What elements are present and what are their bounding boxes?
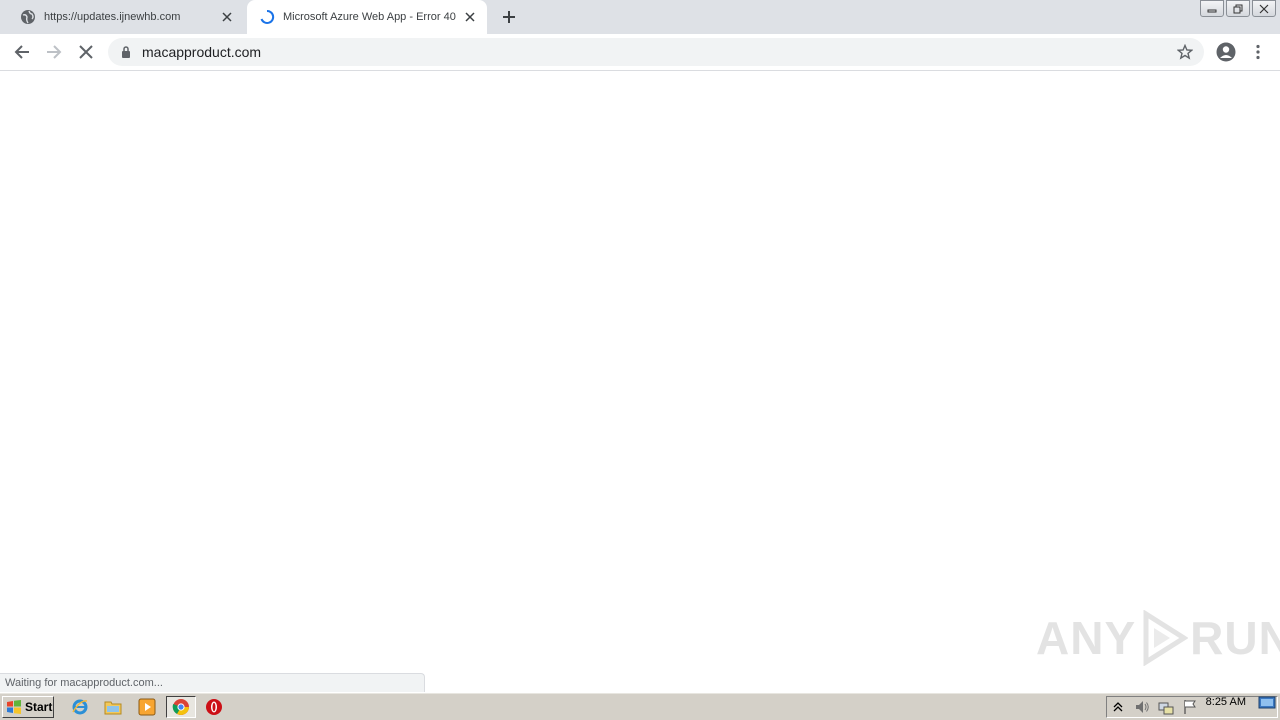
forward-arrow-icon [47,45,62,59]
network-icon[interactable] [1157,698,1175,716]
profile-button[interactable] [1214,40,1238,64]
show-desktop-icon[interactable] [1258,695,1276,711]
status-bubble: Waiting for macapproduct.com... [0,673,425,692]
globe-icon [20,9,36,25]
close-tab-icon[interactable] [219,9,235,25]
close-tab-icon[interactable] [462,9,478,25]
watermark-text-run: RUN [1190,612,1280,664]
file-explorer-icon[interactable] [101,696,125,718]
account-icon [1216,42,1236,62]
tab-strip: https://updates.ijnewhb.com Microsoft Az… [0,0,1280,34]
watermark-text-any: ANY [1036,612,1137,664]
close-window-button[interactable] [1252,0,1276,17]
chrome-taskbar-button[interactable] [166,696,196,718]
anyrun-watermark: ANY RUN [1036,608,1280,668]
page-content: ANY RUN Waiting for macapproduct.com... [0,72,1280,692]
action-center-flag-icon[interactable] [1181,698,1199,716]
stop-loading-button[interactable] [74,40,98,64]
media-player-icon[interactable] [135,696,159,718]
new-tab-button[interactable] [499,7,519,27]
more-vert-icon [1256,44,1260,60]
internet-explorer-icon[interactable] [68,696,92,718]
windows-logo-icon [7,700,21,714]
opera-icon[interactable] [202,696,226,718]
restore-button[interactable] [1226,0,1250,17]
tab-title: https://updates.ijnewhb.com [44,11,181,23]
bookmark-star-icon[interactable] [1176,43,1194,61]
tab-title: Microsoft Azure Web App - Error 404 [283,11,456,23]
lock-icon[interactable] [120,46,132,58]
loading-spinner-icon [259,9,275,25]
tab-updates[interactable]: https://updates.ijnewhb.com [8,0,244,34]
tab-azure-error[interactable]: Microsoft Azure Web App - Error 404 [247,0,487,34]
taskbar-clock[interactable]: 8:25 AM [1206,696,1246,708]
stop-icon [79,45,93,59]
minimize-button[interactable] [1200,0,1224,17]
system-tray [1106,696,1278,718]
volume-icon[interactable] [1133,698,1151,716]
address-url: macapproduct.com [142,44,262,60]
address-bar[interactable]: macapproduct.com [108,38,1204,66]
chrome-icon [172,699,189,715]
window-controls [1198,0,1276,17]
browser-toolbar: macapproduct.com [0,34,1280,71]
forward-button[interactable] [42,40,66,64]
play-logo-icon [1143,610,1189,666]
back-button[interactable] [10,40,34,64]
show-hidden-icons-chevron-icon[interactable] [1109,698,1127,716]
back-arrow-icon [14,45,29,59]
start-button[interactable]: Start [2,696,54,718]
menu-button[interactable] [1246,40,1270,64]
start-label: Start [25,700,53,714]
windows-taskbar: Start 8:25 AM [0,692,1280,720]
